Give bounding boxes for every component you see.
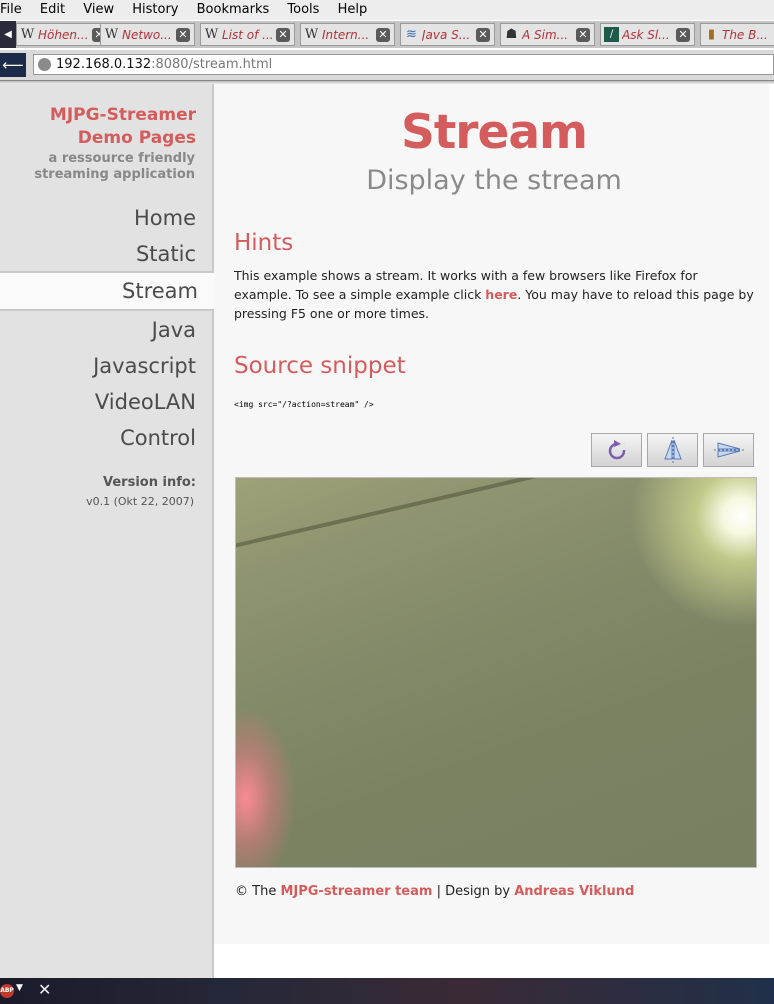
here-link[interactable]: here bbox=[485, 287, 517, 302]
team-link[interactable]: MJPG-streamer team bbox=[280, 884, 432, 899]
menu-view[interactable]: View bbox=[83, 2, 114, 17]
tab-scroll-left-icon[interactable]: ◀ bbox=[0, 21, 16, 48]
close-icon[interactable]: ✕ bbox=[576, 28, 590, 42]
status-bar: ABP ▼ ✕ bbox=[0, 978, 774, 1004]
menu-history[interactable]: History bbox=[132, 2, 178, 17]
tab-label: Intern... bbox=[322, 28, 370, 42]
rotate-button[interactable] bbox=[591, 433, 642, 467]
wikipedia-icon: W bbox=[304, 27, 319, 42]
hints-heading: Hints bbox=[234, 230, 294, 256]
browser-tab[interactable]: W List of ... ✕ bbox=[200, 23, 295, 46]
tab-bar: ◀ W Höhen... ✕ W Netwo... ✕ W List of ..… bbox=[0, 21, 774, 48]
sidebar-item-static[interactable]: Static bbox=[0, 236, 212, 272]
browser-tab[interactable]: ≋ Java S... ✕ bbox=[400, 23, 495, 46]
java-icon: ≋ bbox=[406, 27, 417, 42]
menu-help[interactable]: Help bbox=[338, 2, 368, 17]
page-subtitle: Display the stream bbox=[366, 165, 622, 196]
tab-label: A Sim... bbox=[522, 28, 569, 42]
browser-tab[interactable]: W Intern... ✕ bbox=[300, 23, 395, 46]
tab-label: The B... bbox=[722, 28, 768, 42]
close-icon[interactable]: ✕ bbox=[276, 28, 290, 42]
flip-vertical-icon bbox=[714, 442, 744, 458]
designer-link[interactable]: Andreas Viklund bbox=[514, 884, 634, 899]
askslashdot-icon: / bbox=[604, 27, 619, 42]
sidebar-item-javascript[interactable]: Javascript bbox=[0, 348, 212, 384]
close-icon[interactable]: ✕ bbox=[676, 28, 690, 42]
tab-label: Ask Sl... bbox=[622, 28, 670, 42]
wikipedia-icon: W bbox=[104, 27, 119, 42]
site-title: MJPG-Streamer Demo Pages bbox=[49, 105, 196, 148]
browser-tab[interactable]: W Netwo... ✕ bbox=[100, 23, 195, 46]
tab-label: Höhen... bbox=[38, 28, 89, 42]
sidebar-item-home[interactable]: Home bbox=[0, 200, 212, 236]
browser-tab[interactable]: W Höhen... ✕ bbox=[16, 23, 111, 46]
browser-tab[interactable]: ☗ A Sim... ✕ bbox=[500, 23, 595, 46]
back-arrow-icon[interactable]: ⟵ bbox=[0, 53, 26, 77]
browser-tab[interactable]: ▮ The B... bbox=[700, 23, 774, 46]
wikipedia-icon: W bbox=[20, 27, 35, 42]
video-stream-image bbox=[235, 477, 757, 868]
flip-horizontal-icon bbox=[664, 437, 682, 463]
navigation-toolbar: ⟵ 192.168.0.132:8080/stream.html bbox=[0, 50, 774, 81]
url-bar[interactable]: 192.168.0.132:8080/stream.html bbox=[33, 54, 774, 75]
sidebar-item-stream[interactable]: Stream bbox=[0, 271, 214, 311]
tab-label: Netwo... bbox=[122, 28, 172, 42]
menu-edit[interactable]: Edit bbox=[40, 2, 65, 17]
globe-icon bbox=[38, 58, 51, 71]
version-heading: Version info: bbox=[103, 475, 196, 490]
close-icon[interactable]: ✕ bbox=[176, 28, 190, 42]
page-title: Stream bbox=[400, 105, 588, 160]
source-snippet-heading: Source snippet bbox=[234, 353, 406, 379]
close-icon[interactable]: ✕ bbox=[476, 28, 490, 42]
close-icon[interactable]: ✕ bbox=[376, 28, 390, 42]
browser-tab[interactable]: / Ask Sl... ✕ bbox=[600, 23, 695, 46]
main-content: Stream Display the stream Hints This exa… bbox=[214, 84, 774, 978]
code-snippet: <img src="/?action=stream" /> bbox=[234, 400, 374, 409]
sidebar-item-java[interactable]: Java bbox=[0, 312, 212, 348]
menu-file[interactable]: File bbox=[0, 2, 22, 17]
sidebar: MJPG-Streamer Demo Pages a ressource fri… bbox=[0, 84, 214, 978]
tab-label: List of ... bbox=[222, 28, 274, 42]
menu-bookmarks[interactable]: Bookmarks bbox=[197, 2, 270, 17]
hints-paragraph: This example shows a stream. It works wi… bbox=[234, 268, 754, 321]
site-subtitle: a ressource friendly streaming applicati… bbox=[34, 151, 195, 182]
stream-shadow-line bbox=[236, 478, 587, 552]
chevron-down-icon[interactable]: ▼ bbox=[16, 983, 23, 993]
flip-horizontal-button[interactable] bbox=[647, 433, 698, 467]
wikipedia-icon: W bbox=[204, 27, 219, 42]
menu-tools[interactable]: Tools bbox=[287, 2, 319, 17]
tab-label: Java S... bbox=[422, 28, 471, 42]
sidebar-item-videolan[interactable]: VideoLAN bbox=[0, 384, 212, 420]
rotate-icon bbox=[608, 440, 626, 460]
adblock-icon[interactable]: ABP bbox=[0, 984, 14, 998]
game-icon: ☗ bbox=[505, 27, 518, 42]
url-text[interactable]: 192.168.0.132:8080/stream.html bbox=[56, 55, 272, 74]
close-icon[interactable]: ✕ bbox=[38, 980, 51, 999]
sidebar-item-control[interactable]: Control bbox=[0, 420, 212, 456]
version-value: v0.1 (Okt 22, 2007) bbox=[86, 495, 194, 508]
menu-bar: File Edit View History Bookmarks Tools H… bbox=[0, 0, 774, 20]
flip-vertical-button[interactable] bbox=[703, 433, 754, 467]
book-icon: ▮ bbox=[707, 27, 716, 42]
footer: © The MJPG-streamer team | Design by And… bbox=[235, 884, 635, 899]
